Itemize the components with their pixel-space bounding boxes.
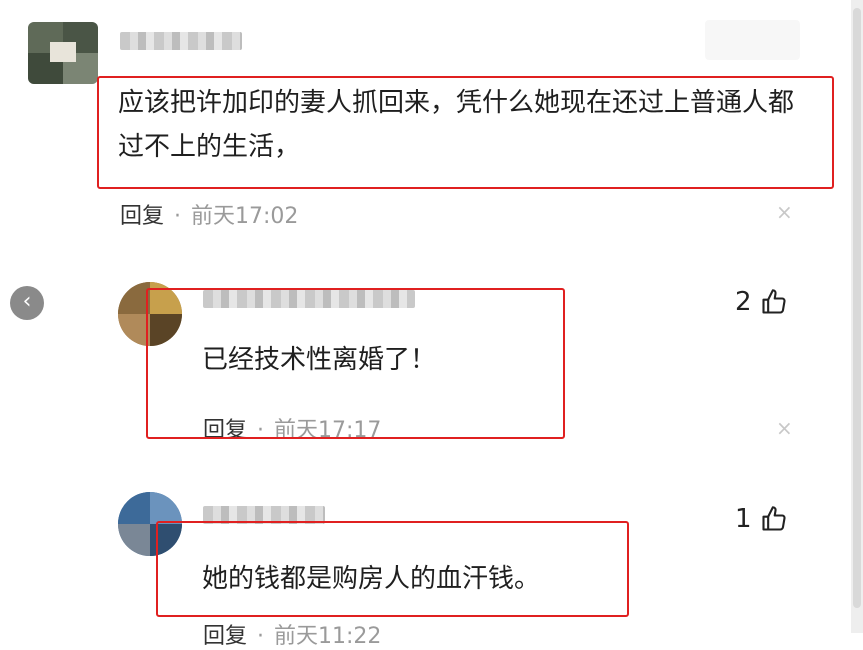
like-count: 1 [735, 504, 752, 534]
highlight-box [146, 288, 565, 439]
comment-meta: 回复 · 前天17:02 [120, 198, 298, 230]
thumbs-up-icon [761, 506, 786, 531]
timestamp: 前天11:22 [274, 624, 382, 649]
highlight-box [156, 521, 629, 617]
thumbs-up-icon [761, 289, 786, 314]
close-icon[interactable]: × [776, 416, 793, 440]
like-count: 2 [735, 287, 752, 317]
username-blurred[interactable] [120, 32, 242, 50]
comment-meta: 回复 · 前天11:22 [203, 618, 381, 650]
separator-dot: · [174, 204, 182, 229]
reply-button[interactable]: 回复 [120, 204, 164, 229]
reply-button[interactable]: 回复 [203, 624, 247, 649]
chevron-left-icon[interactable]: ‹ [10, 286, 44, 320]
avatar[interactable] [28, 22, 98, 84]
timestamp: 前天17:02 [191, 204, 299, 229]
scrollbar[interactable] [851, 0, 863, 633]
like-button[interactable]: 1 [735, 504, 788, 534]
like-button[interactable]: 2 [735, 287, 788, 317]
highlight-box [97, 76, 834, 189]
close-icon[interactable]: × [776, 200, 793, 224]
blurred-region [705, 20, 800, 60]
scrollbar-thumb[interactable] [853, 8, 861, 608]
separator-dot: · [257, 624, 265, 649]
